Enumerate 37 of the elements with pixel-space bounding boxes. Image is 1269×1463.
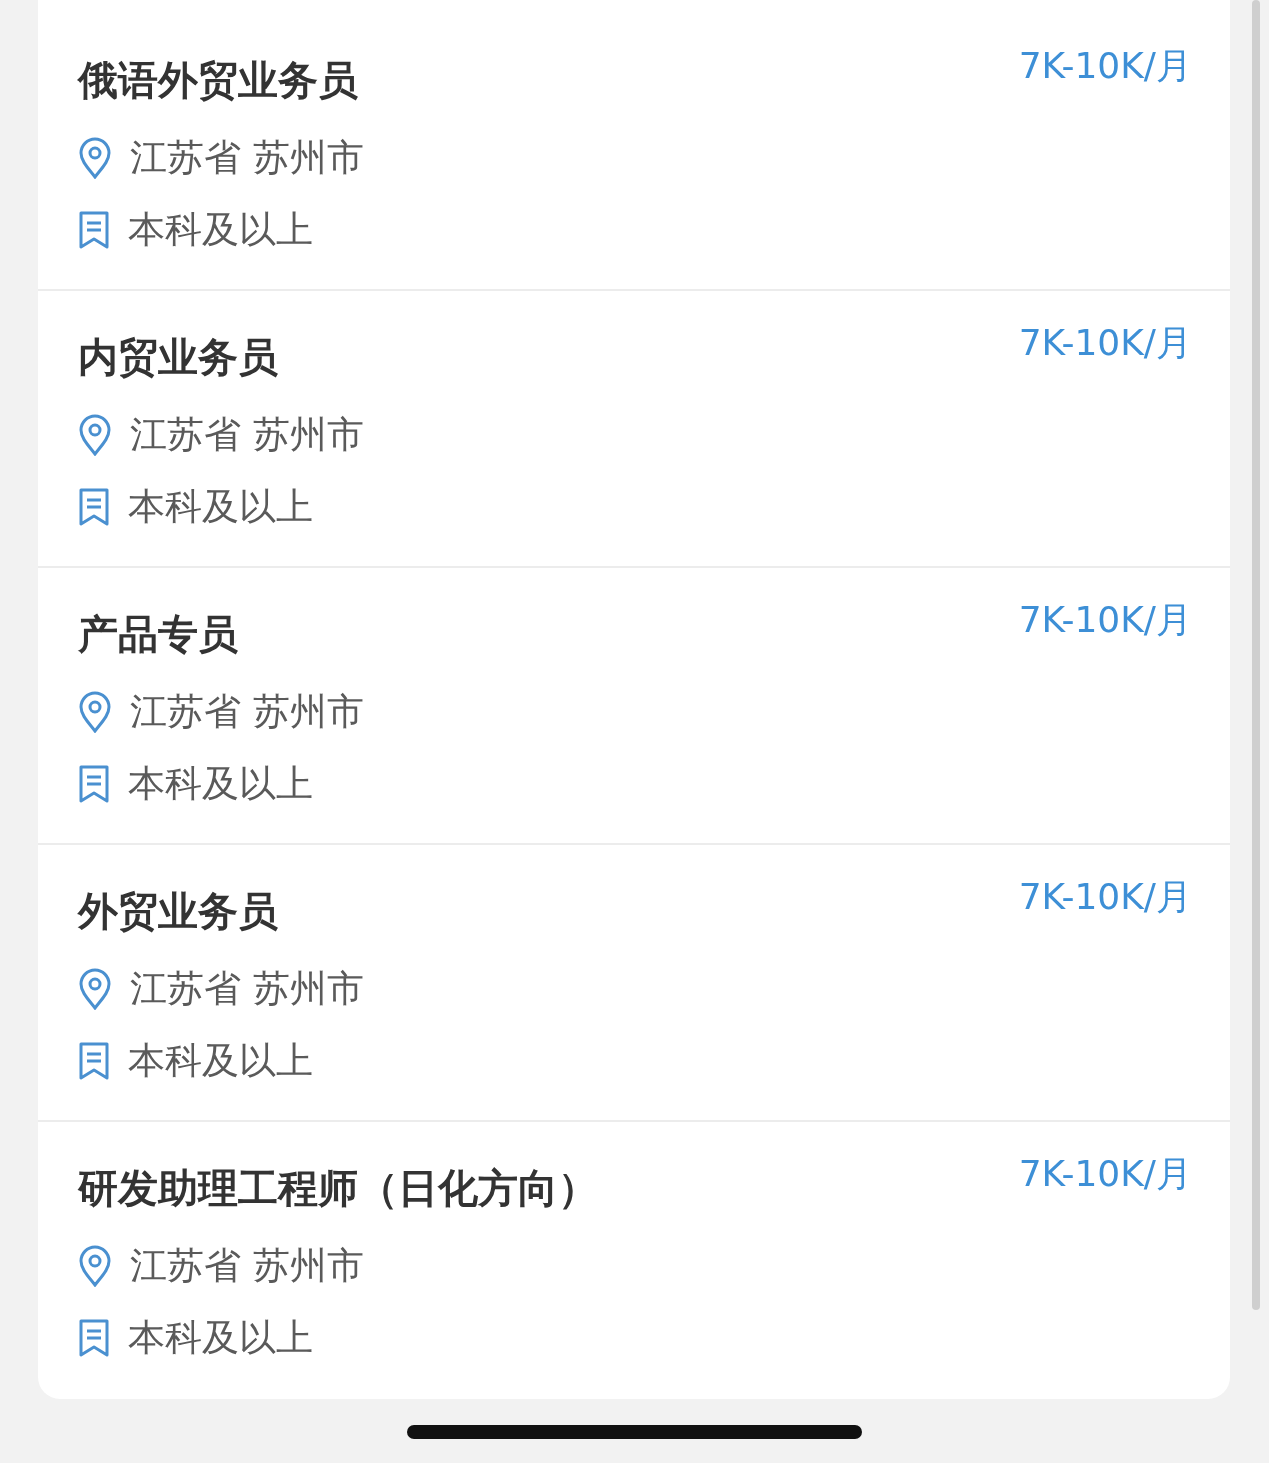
- scrollbar[interactable]: [1252, 0, 1260, 1310]
- salary-range: 7K-10K/月: [1018, 875, 1192, 919]
- education-requirement: 本科及以上: [128, 761, 313, 807]
- bookmark-list-icon: [78, 764, 110, 804]
- salary-range: 7K-10K/月: [1018, 598, 1192, 642]
- job-location: 江苏省 苏州市: [130, 966, 364, 1012]
- job-list-item[interactable]: 产品专员 7K-10K/月 江苏省 苏州市 本科及以上: [38, 568, 1230, 845]
- bookmark-list-icon: [78, 1318, 110, 1358]
- location-pin-icon: [78, 968, 112, 1010]
- education-requirement: 本科及以上: [128, 484, 313, 530]
- job-title: 外贸业务员: [78, 887, 278, 936]
- location-pin-icon: [78, 137, 112, 179]
- job-title: 产品专员: [78, 610, 238, 659]
- location-pin-icon: [78, 414, 112, 456]
- salary-range: 7K-10K/月: [1018, 321, 1192, 365]
- education-requirement: 本科及以上: [128, 1038, 313, 1084]
- bookmark-list-icon: [78, 1041, 110, 1081]
- job-location: 江苏省 苏州市: [130, 689, 364, 735]
- salary-range: 7K-10K/月: [1018, 1152, 1192, 1196]
- job-title: 研发助理工程师（日化方向）: [78, 1164, 598, 1213]
- job-title: 俄语外贸业务员: [78, 56, 358, 105]
- job-location: 江苏省 苏州市: [130, 135, 364, 181]
- education-requirement: 本科及以上: [128, 207, 313, 253]
- job-location: 江苏省 苏州市: [130, 412, 364, 458]
- job-list-item[interactable]: 研发助理工程师（日化方向） 7K-10K/月 江苏省 苏州市 本科及以上: [38, 1122, 1230, 1399]
- job-list-item[interactable]: 外贸业务员 7K-10K/月 江苏省 苏州市 本科及以上: [38, 845, 1230, 1122]
- bookmark-list-icon: [78, 210, 110, 250]
- location-pin-icon: [78, 691, 112, 733]
- education-requirement: 本科及以上: [128, 1315, 313, 1361]
- bookmark-list-icon: [78, 487, 110, 527]
- home-indicator[interactable]: [407, 1425, 862, 1439]
- job-list-item[interactable]: 俄语外贸业务员 7K-10K/月 江苏省 苏州市 本科及以上: [38, 14, 1230, 291]
- job-title: 内贸业务员: [78, 333, 278, 382]
- salary-range: 7K-10K/月: [1018, 44, 1192, 88]
- location-pin-icon: [78, 1245, 112, 1287]
- job-location: 江苏省 苏州市: [130, 1243, 364, 1289]
- job-list-item[interactable]: 内贸业务员 7K-10K/月 江苏省 苏州市 本科及以上: [38, 291, 1230, 568]
